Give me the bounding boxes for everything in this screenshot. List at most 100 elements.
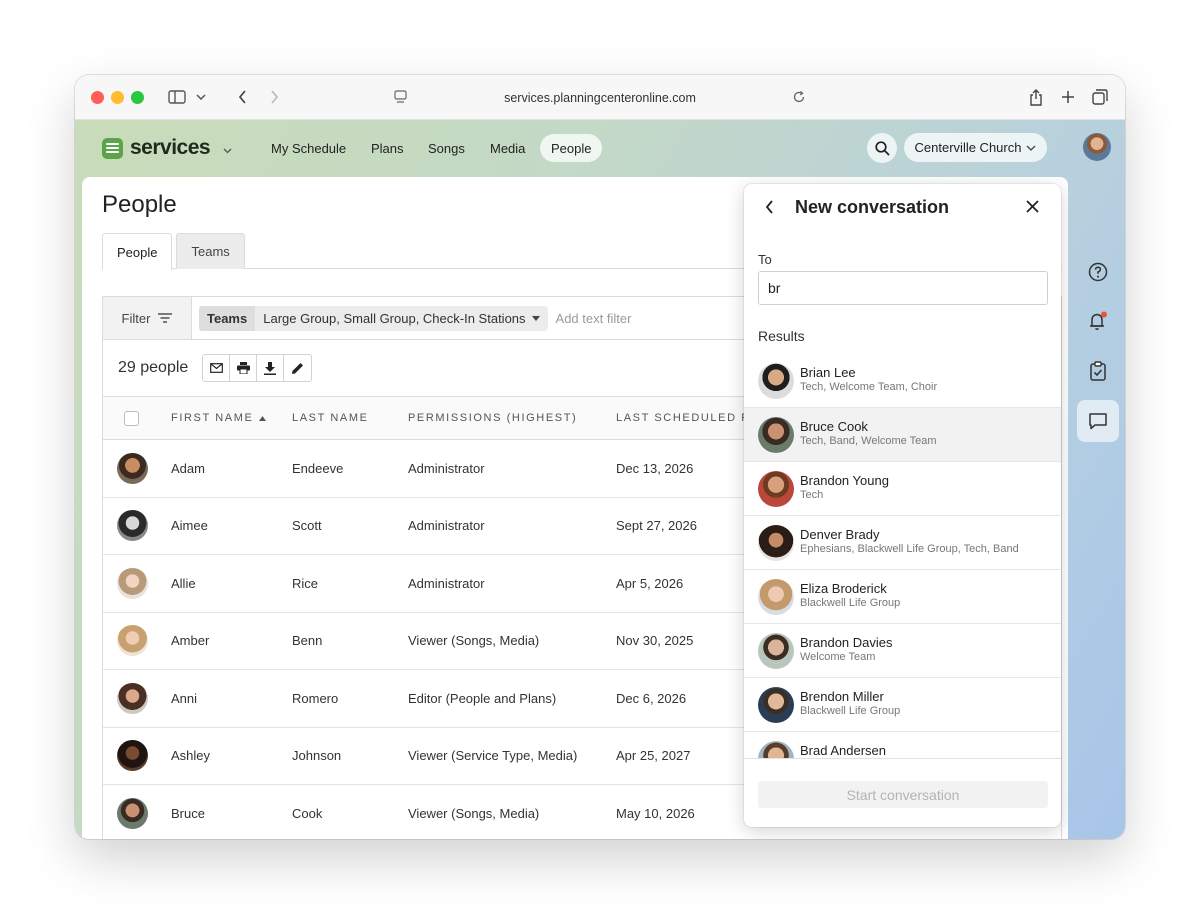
start-conversation-button[interactable]: Start conversation <box>758 781 1048 808</box>
forward-arrow-icon[interactable] <box>263 86 285 108</box>
result-item[interactable]: Brandon Davies Welcome Team <box>744 624 1061 678</box>
search-icon <box>874 140 890 156</box>
result-item[interactable]: Brandon Young Tech <box>744 462 1061 516</box>
new-tab-icon[interactable] <box>1058 86 1078 108</box>
permission: Viewer (Songs, Media) <box>408 633 540 649</box>
back-arrow-icon[interactable] <box>765 200 774 219</box>
minimize-window-button[interactable] <box>111 91 124 104</box>
avatar <box>758 741 794 758</box>
url-text[interactable]: services.planningcenteronline.com <box>504 91 696 105</box>
permission: Viewer (Songs, Media) <box>408 805 540 821</box>
sidebar-toggle-icon[interactable] <box>167 86 187 108</box>
zoom-window-button[interactable] <box>131 91 144 104</box>
first-name: Ashley <box>171 748 211 764</box>
bulk-actions <box>202 354 313 382</box>
tab-teams[interactable]: Teams <box>176 233 245 269</box>
nav-media[interactable]: Media <box>479 134 536 162</box>
chip-value: Large Group, Small Group, Check-In Stati… <box>263 310 526 326</box>
tab-overview-icon[interactable] <box>1090 86 1110 108</box>
conversation-header: New conversation <box>744 184 1061 230</box>
app-name: services <box>130 136 211 159</box>
last-scheduled: Dec 6, 2026 <box>616 690 687 706</box>
nav-songs[interactable]: Songs <box>417 134 476 162</box>
permission: Viewer (Service Type, Media) <box>408 748 578 764</box>
column-permissions[interactable]: PERMISSIONS (HIGHEST) <box>408 412 577 424</box>
column-first-name[interactable]: FIRST NAME <box>171 412 267 424</box>
result-teams: Tech <box>800 489 824 501</box>
reload-icon[interactable] <box>792 90 806 107</box>
result-teams: Ephesians, Blackwell Life Group, Tech, B… <box>800 543 1019 555</box>
first-name: Allie <box>171 575 196 591</box>
avatar <box>758 579 794 615</box>
chevron-down-icon <box>1027 145 1036 151</box>
avatar <box>117 797 148 829</box>
download-icon[interactable] <box>257 355 285 381</box>
result-item[interactable]: Bruce Cook Tech, Band, Welcome Team <box>744 408 1061 462</box>
avatar <box>758 471 794 507</box>
avatar <box>117 452 148 484</box>
result-teams: Welcome Team <box>800 651 876 663</box>
to-label: To <box>758 252 772 267</box>
address-bar[interactable]: services.planningcenteronline.com <box>388 83 812 112</box>
page-settings-icon[interactable] <box>394 90 407 107</box>
tab-people[interactable]: People <box>102 233 173 270</box>
result-item[interactable]: Brendon Miller Blackwell Life Group <box>744 678 1061 732</box>
teams-filter-chip[interactable]: Teams Large Group, Small Group, Check-In… <box>199 305 548 331</box>
search-button[interactable] <box>867 133 897 163</box>
clipboard-check-icon <box>1090 361 1106 381</box>
last-scheduled: Apr 5, 2026 <box>616 575 684 591</box>
filter-button[interactable]: Filter <box>103 297 192 339</box>
people-count: 29 people <box>118 359 189 376</box>
organization-switcher[interactable]: Centerville Church <box>904 133 1047 162</box>
nav-plans[interactable]: Plans <box>360 134 415 162</box>
nav-people[interactable]: People <box>540 134 603 162</box>
column-last-name[interactable]: LAST NAME <box>292 412 369 424</box>
result-name: Denver Brady <box>800 527 880 542</box>
page-title: People <box>102 191 177 218</box>
app-area: services My Schedule Plans Songs Media P… <box>75 120 1125 839</box>
last-name: Rice <box>292 575 319 591</box>
result-item[interactable]: Denver Brady Ephesians, Blackwell Life G… <box>744 516 1061 570</box>
chevron-down-icon[interactable] <box>194 86 208 108</box>
result-name: Eliza Broderick <box>800 581 887 596</box>
recipient-search-input[interactable]: br <box>758 271 1048 305</box>
result-teams: Blackwell Life Group <box>800 705 901 717</box>
edit-icon[interactable] <box>284 355 311 381</box>
result-name: Bruce Cook <box>800 419 868 434</box>
caret-down-icon <box>531 315 540 321</box>
select-all-checkbox[interactable] <box>124 411 139 426</box>
close-window-button[interactable] <box>91 91 104 104</box>
email-icon[interactable] <box>203 355 231 381</box>
result-item[interactable]: Eliza Broderick Blackwell Life Group <box>744 570 1061 624</box>
notifications-button[interactable] <box>1077 300 1119 342</box>
user-avatar[interactable] <box>1083 133 1111 161</box>
first-name: Anni <box>171 690 198 706</box>
back-arrow-icon[interactable] <box>231 86 253 108</box>
last-scheduled: Nov 30, 2025 <box>616 633 694 649</box>
nav-my-schedule[interactable]: My Schedule <box>260 134 357 162</box>
services-logo-icon <box>102 137 123 159</box>
result-item[interactable]: Brad Andersen <box>744 732 1061 758</box>
last-scheduled: Apr 25, 2027 <box>616 748 691 764</box>
print-icon[interactable] <box>230 355 258 381</box>
avatar <box>117 682 148 714</box>
tasks-button[interactable] <box>1077 350 1119 392</box>
close-icon[interactable] <box>1026 200 1039 218</box>
messages-button[interactable] <box>1077 400 1119 442</box>
avatar <box>117 567 148 599</box>
help-icon <box>1088 262 1108 282</box>
help-button[interactable] <box>1077 251 1119 293</box>
column-last-scheduled[interactable]: LAST SCHEDULED F <box>616 412 750 424</box>
column-first-name-label: FIRST NAME <box>171 412 254 424</box>
last-scheduled: Sept 27, 2026 <box>616 518 697 534</box>
last-name: Endeeve <box>292 460 344 476</box>
share-icon[interactable] <box>1026 86 1046 108</box>
avatar <box>117 510 148 542</box>
result-name: Brendon Miller <box>800 689 884 704</box>
avatar <box>758 363 794 399</box>
result-teams: Tech, Band, Welcome Team <box>800 435 937 447</box>
app-switcher[interactable]: services <box>102 136 232 160</box>
text-filter-input[interactable]: Add text filter <box>556 311 632 326</box>
result-item[interactable]: Brian Lee Tech, Welcome Team, Choir <box>744 354 1061 408</box>
result-teams: Tech, Welcome Team, Choir <box>800 381 938 393</box>
